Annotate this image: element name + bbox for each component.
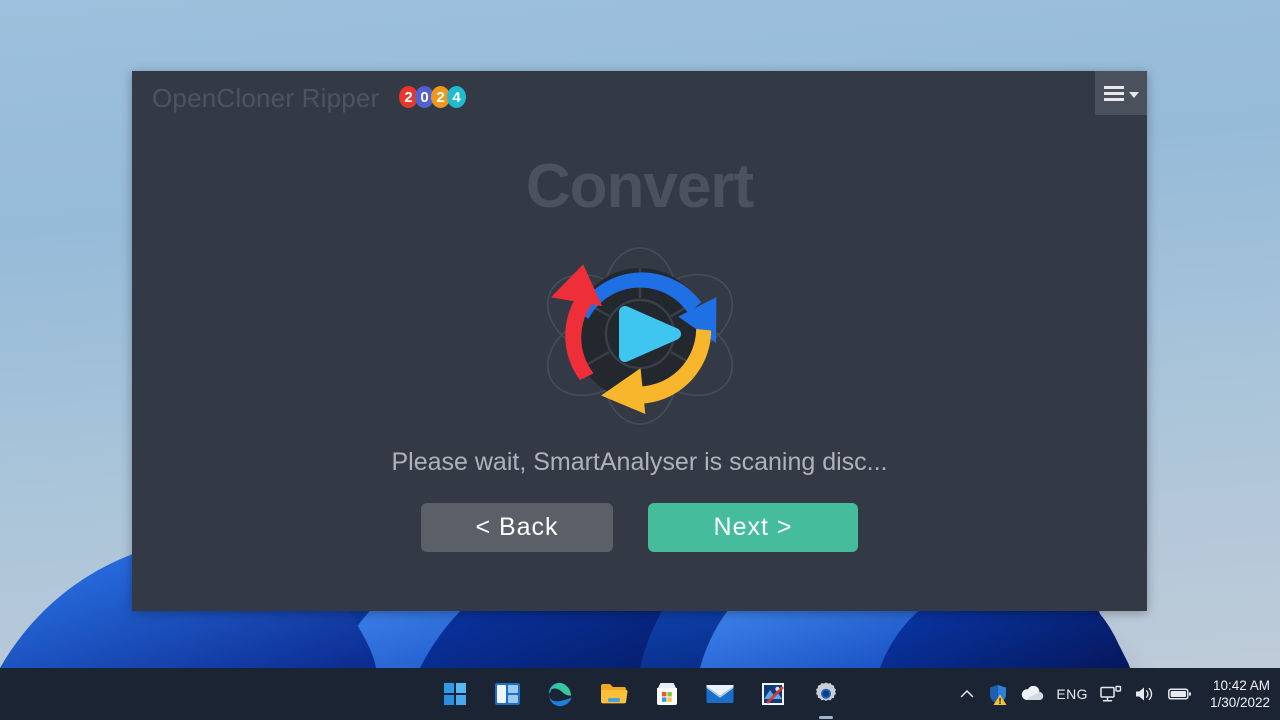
settings-icon[interactable] <box>812 680 840 719</box>
start-icon[interactable] <box>441 680 469 708</box>
active-app-indicator <box>818 716 833 719</box>
back-button[interactable]: < Back <box>421 503 613 552</box>
wizard-button-row: < Back Next > <box>421 503 858 552</box>
year-badge: 2 0 2 4 <box>399 86 466 108</box>
clock[interactable]: 10:42 AM 1/30/2022 <box>1210 677 1270 711</box>
windows-defender-icon[interactable] <box>988 684 1008 705</box>
app-title: OpenCloner Ripper <box>152 83 380 113</box>
volume-icon[interactable] <box>1134 685 1156 703</box>
file-explorer-icon[interactable] <box>600 680 628 708</box>
page-title: Convert <box>525 152 754 221</box>
screen: OpenCloner Ripper 2 0 2 4 Convert Please… <box>0 0 1280 720</box>
titlebar: OpenCloner Ripper 2 0 2 4 <box>132 71 1147 123</box>
clock-date: 1/30/2022 <box>1209 695 1270 710</box>
photos-icon[interactable] <box>759 680 787 708</box>
convert-logo <box>515 236 765 426</box>
app-window: OpenCloner Ripper 2 0 2 4 Convert Please… <box>132 71 1147 611</box>
hamburger-bars <box>1103 85 1124 101</box>
network-icon[interactable] <box>1100 685 1122 704</box>
chevron-up-icon[interactable] <box>958 685 976 703</box>
year-digit-3: 4 <box>447 86 466 108</box>
status-message: Please wait, SmartAnalyser is scaning di… <box>391 448 888 476</box>
chevron-down-icon <box>1128 92 1139 98</box>
wizard-body: Convert Please wait, SmartAnalyser is sc… <box>132 123 1147 611</box>
next-button[interactable]: Next > <box>648 503 858 552</box>
language-indicator[interactable]: ENG <box>1056 686 1088 702</box>
taskbar: ENG 10:42 AM 1/30/2022 <box>0 668 1280 720</box>
system-tray: ENG 10:42 AM 1/30/2022 <box>958 677 1270 711</box>
clock-time: 10:42 AM <box>1212 678 1270 693</box>
convert-arrows-logo-svg <box>546 247 733 425</box>
mail-icon[interactable] <box>706 680 734 708</box>
microsoft-store-icon[interactable] <box>653 680 681 708</box>
battery-icon[interactable] <box>1167 687 1192 701</box>
edge-icon[interactable] <box>547 680 575 708</box>
onedrive-icon[interactable] <box>1020 686 1044 702</box>
hamburger-menu-icon[interactable] <box>1095 71 1147 115</box>
widgets-icon[interactable] <box>494 680 522 708</box>
